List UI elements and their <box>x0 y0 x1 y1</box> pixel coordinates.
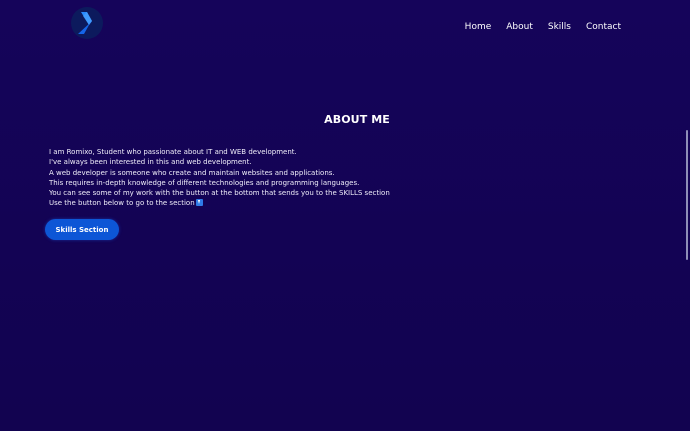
about-title: ABOUT ME <box>324 113 390 126</box>
scrollbar-track[interactable] <box>685 0 690 431</box>
about-line: I am Romixo, Student who passionate abou… <box>49 148 297 156</box>
down-arrow-emoji-icon <box>195 199 203 207</box>
about-line: A web developer is someone who create an… <box>49 168 335 177</box>
skills-section-button[interactable]: Skills Section <box>45 219 119 240</box>
main-nav: Home About Skills Contact <box>450 21 621 33</box>
nav-link-home[interactable]: Home <box>465 21 492 33</box>
page: Home About Skills Contact ABOUT ME I am … <box>0 0 690 431</box>
nav-link-skills[interactable]: Skills <box>548 21 571 33</box>
about-line-last: Use the button below to go to the sectio… <box>49 198 469 208</box>
scrollbar-thumb[interactable] <box>686 130 688 260</box>
about-line: This requires in-depth knowledge of diff… <box>49 178 360 187</box>
about-line: I've always been interested in this and … <box>49 158 252 167</box>
about-text: I am Romixo, Student who passionate abou… <box>49 147 469 209</box>
about-line: You can see some of my work with the but… <box>49 189 390 198</box>
nav-link-about[interactable]: About <box>506 21 533 33</box>
chevron-logo-icon[interactable] <box>70 6 104 40</box>
nav-link-contact[interactable]: Contact <box>586 21 621 33</box>
about-line-text: Use the button below to go to the sectio… <box>49 199 195 208</box>
